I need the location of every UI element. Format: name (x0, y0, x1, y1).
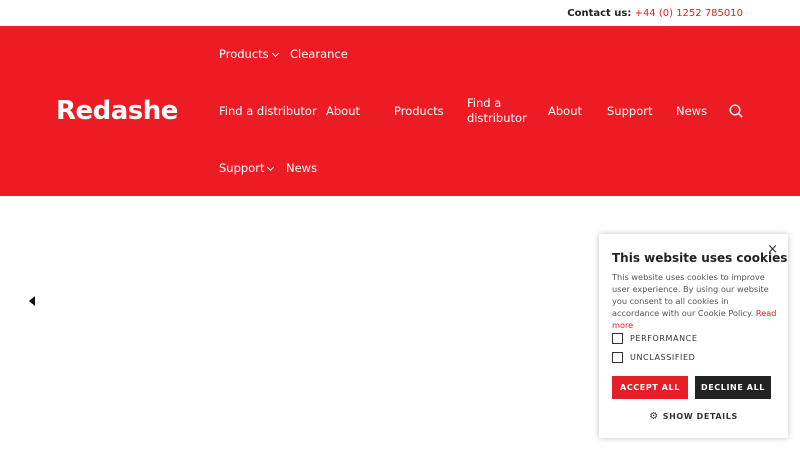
nav-find-distributor-main[interactable]: Find a distributor (467, 96, 527, 126)
cookie-description: This website uses cookies to improve use… (612, 271, 777, 331)
cookie-option-performance[interactable]: PERFORMANCE (612, 333, 698, 344)
unclassified-label: UNCLASSIFIED (630, 353, 696, 362)
nav-support-label: Support (219, 161, 265, 175)
nav-products-label: Products (219, 47, 269, 61)
search-icon[interactable] (729, 104, 743, 118)
nav-about[interactable]: About (326, 104, 360, 119)
nav-products-main[interactable]: Products (394, 104, 444, 119)
nav-find-distributor-line2: distributor (467, 111, 527, 125)
accept-all-button[interactable]: ACCEPT ALL (612, 376, 688, 399)
chevron-down-icon (271, 49, 279, 58)
gear-icon: ⚙ (649, 411, 659, 422)
nav-find-distributor-line1: Find a (467, 96, 502, 110)
decline-all-button[interactable]: DECLINE ALL (695, 376, 771, 399)
contact-info: Contact us: +44 (0) 1252 785010 (567, 8, 743, 19)
nav-news[interactable]: News (286, 161, 317, 176)
logo[interactable]: Redashe (56, 96, 178, 126)
nav-find-distributor[interactable]: Find a distributor (219, 104, 317, 119)
nav-products-dropdown[interactable]: Products (219, 47, 279, 62)
nav-about-main[interactable]: About (548, 104, 582, 119)
contact-label: Contact us: (567, 8, 632, 19)
cookie-option-unclassified[interactable]: UNCLASSIFIED (612, 352, 695, 363)
performance-checkbox[interactable] (612, 333, 623, 344)
show-details-button[interactable]: ⚙ SHOW DETAILS (599, 411, 788, 422)
nav-clearance[interactable]: Clearance (290, 47, 348, 62)
show-details-label: SHOW DETAILS (662, 412, 738, 421)
site-header: Redashe Products Clearance Find a distri… (0, 26, 800, 196)
phone-link[interactable]: +44 (0) 1252 785010 (635, 8, 743, 19)
nav-support-main[interactable]: Support (607, 104, 652, 119)
unclassified-checkbox[interactable] (612, 352, 623, 363)
chevron-down-icon (267, 163, 275, 172)
nav-support-dropdown[interactable]: Support (219, 161, 275, 176)
performance-label: PERFORMANCE (630, 334, 698, 343)
cookie-body-text: This website uses cookies to improve use… (612, 272, 769, 318)
cookie-banner: × This website uses cookies This website… (599, 234, 788, 438)
top-bar: Contact us: +44 (0) 1252 785010 (0, 0, 800, 26)
cookie-title: This website uses cookies (612, 251, 788, 265)
carousel-prev-arrow-icon[interactable] (29, 296, 35, 306)
nav-news-main[interactable]: News (676, 104, 707, 119)
